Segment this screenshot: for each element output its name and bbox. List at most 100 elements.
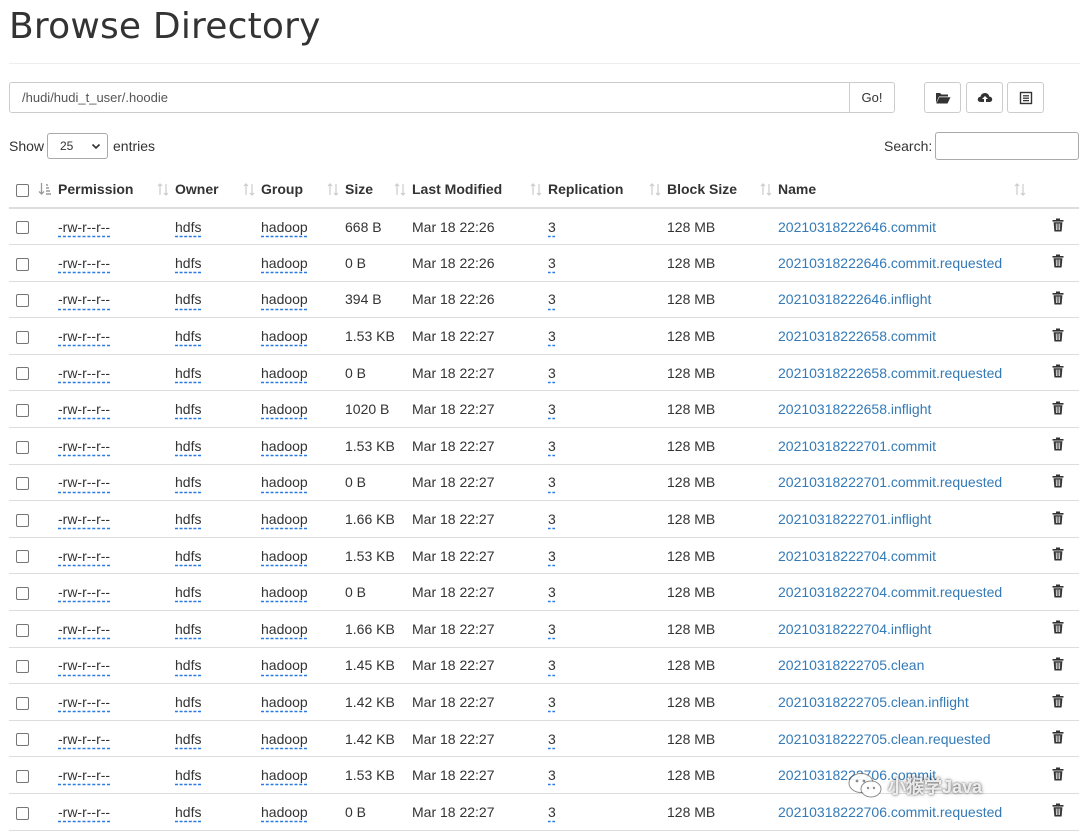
row-checkbox[interactable] — [16, 221, 29, 235]
group-link[interactable]: hadoop — [261, 365, 308, 381]
row-checkbox[interactable] — [16, 367, 29, 381]
column-header-name[interactable]: Name — [778, 171, 1032, 209]
column-header-block-size[interactable]: Block Size — [667, 171, 778, 209]
file-name-link[interactable]: 20210318222658.commit.requested — [778, 365, 1002, 381]
owner-link[interactable]: hdfs — [175, 365, 201, 381]
owner-link[interactable]: hdfs — [175, 548, 201, 564]
trash-icon[interactable] — [1052, 401, 1064, 418]
trash-icon[interactable] — [1052, 474, 1064, 491]
permission-link[interactable]: -rw-r--r-- — [58, 328, 110, 344]
go-button[interactable]: Go! — [849, 82, 895, 113]
file-name-link[interactable]: 20210318222658.commit — [778, 328, 936, 344]
column-header-owner[interactable]: Owner — [175, 171, 261, 209]
group-link[interactable]: hadoop — [261, 474, 308, 490]
trash-icon[interactable] — [1052, 767, 1064, 784]
permission-link[interactable]: -rw-r--r-- — [58, 438, 110, 454]
trash-icon[interactable] — [1052, 254, 1064, 271]
file-name-link[interactable]: 20210318222646.inflight — [778, 291, 931, 307]
replication-link[interactable]: 3 — [548, 474, 556, 490]
owner-link[interactable]: hdfs — [175, 438, 201, 454]
owner-link[interactable]: hdfs — [175, 731, 201, 747]
file-name-link[interactable]: 20210318222705.clean — [778, 657, 924, 673]
permission-link[interactable]: -rw-r--r-- — [58, 804, 110, 820]
permission-link[interactable]: -rw-r--r-- — [58, 621, 110, 637]
path-input[interactable] — [9, 82, 850, 113]
replication-link[interactable]: 3 — [548, 804, 556, 820]
row-checkbox[interactable] — [16, 513, 29, 527]
trash-icon[interactable] — [1052, 291, 1064, 308]
trash-icon[interactable] — [1052, 657, 1064, 674]
group-link[interactable]: hadoop — [261, 328, 308, 344]
permission-link[interactable]: -rw-r--r-- — [58, 694, 110, 710]
column-header-replication[interactable]: Replication — [548, 171, 667, 209]
trash-icon[interactable] — [1052, 218, 1064, 235]
replication-link[interactable]: 3 — [548, 657, 556, 673]
permission-link[interactable]: -rw-r--r-- — [58, 291, 110, 307]
permission-link[interactable]: -rw-r--r-- — [58, 584, 110, 600]
replication-link[interactable]: 3 — [548, 255, 556, 271]
permission-link[interactable]: -rw-r--r-- — [58, 474, 110, 490]
group-link[interactable]: hadoop — [261, 401, 308, 417]
group-link[interactable]: hadoop — [261, 548, 308, 564]
file-name-link[interactable]: 20210318222705.clean.requested — [778, 731, 991, 747]
row-checkbox[interactable] — [16, 733, 29, 747]
replication-link[interactable]: 3 — [548, 694, 556, 710]
permission-link[interactable]: -rw-r--r-- — [58, 401, 110, 417]
file-name-link[interactable]: 20210318222701.commit.requested — [778, 474, 1002, 490]
owner-link[interactable]: hdfs — [175, 767, 201, 783]
list-button[interactable] — [1007, 82, 1044, 113]
replication-link[interactable]: 3 — [548, 328, 556, 344]
row-checkbox[interactable] — [16, 587, 29, 601]
replication-link[interactable]: 3 — [548, 291, 556, 307]
column-header-permission[interactable]: Permission — [58, 171, 175, 209]
owner-link[interactable]: hdfs — [175, 584, 201, 600]
replication-link[interactable]: 3 — [548, 511, 556, 527]
trash-icon[interactable] — [1052, 511, 1064, 528]
replication-link[interactable]: 3 — [548, 548, 556, 564]
file-name-link[interactable]: 20210318222646.commit.requested — [778, 255, 1002, 271]
replication-link[interactable]: 3 — [548, 401, 556, 417]
permission-link[interactable]: -rw-r--r-- — [58, 548, 110, 564]
owner-link[interactable]: hdfs — [175, 255, 201, 271]
trash-icon[interactable] — [1052, 328, 1064, 345]
file-name-link[interactable]: 20210318222701.inflight — [778, 511, 931, 527]
replication-link[interactable]: 3 — [548, 438, 556, 454]
entries-select[interactable]: 25 — [47, 133, 108, 159]
replication-link[interactable]: 3 — [548, 365, 556, 381]
trash-icon[interactable] — [1052, 364, 1064, 381]
owner-link[interactable]: hdfs — [175, 401, 201, 417]
group-link[interactable]: hadoop — [261, 657, 308, 673]
group-link[interactable]: hadoop — [261, 219, 308, 235]
trash-icon[interactable] — [1052, 547, 1064, 564]
column-header-last-modified[interactable]: Last Modified — [412, 171, 548, 209]
trash-icon[interactable] — [1052, 730, 1064, 747]
row-checkbox[interactable] — [16, 257, 29, 271]
sort-asc-icon[interactable] — [38, 182, 52, 196]
replication-link[interactable]: 3 — [548, 731, 556, 747]
column-header-size[interactable]: Size — [345, 171, 412, 209]
permission-link[interactable]: -rw-r--r-- — [58, 511, 110, 527]
trash-icon[interactable] — [1052, 803, 1064, 820]
permission-link[interactable]: -rw-r--r-- — [58, 255, 110, 271]
row-checkbox[interactable] — [16, 440, 29, 454]
group-link[interactable]: hadoop — [261, 694, 308, 710]
replication-link[interactable]: 3 — [548, 584, 556, 600]
owner-link[interactable]: hdfs — [175, 474, 201, 490]
row-checkbox[interactable] — [16, 623, 29, 637]
group-link[interactable]: hadoop — [261, 511, 308, 527]
search-input[interactable] — [935, 132, 1079, 160]
file-name-link[interactable]: 20210318222704.commit.requested — [778, 584, 1002, 600]
trash-icon[interactable] — [1052, 584, 1064, 601]
group-link[interactable]: hadoop — [261, 255, 308, 271]
replication-link[interactable]: 3 — [548, 621, 556, 637]
row-checkbox[interactable] — [16, 330, 29, 344]
file-name-link[interactable]: 20210318222704.inflight — [778, 621, 931, 637]
row-checkbox[interactable] — [16, 550, 29, 564]
group-link[interactable]: hadoop — [261, 804, 308, 820]
permission-link[interactable]: -rw-r--r-- — [58, 731, 110, 747]
row-checkbox[interactable] — [16, 477, 29, 491]
row-checkbox[interactable] — [16, 294, 29, 308]
owner-link[interactable]: hdfs — [175, 694, 201, 710]
owner-link[interactable]: hdfs — [175, 621, 201, 637]
row-checkbox[interactable] — [16, 660, 29, 674]
